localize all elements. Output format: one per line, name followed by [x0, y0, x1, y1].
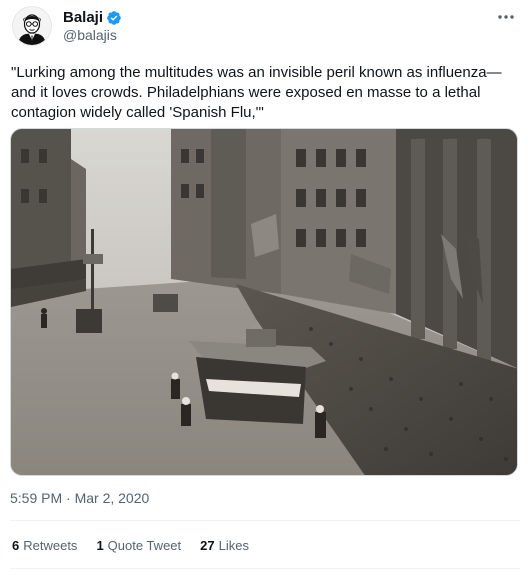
author-display-name[interactable]: Balaji — [63, 9, 103, 26]
tweet-text: "Lurking among the multitudes was an inv… — [11, 64, 502, 121]
parade-photo-image — [11, 129, 517, 475]
retweets-stat[interactable]: 6 Retweets — [12, 538, 77, 553]
quote-tweets-count: 1 — [96, 538, 104, 553]
author-handle[interactable]: @balajis — [63, 27, 117, 43]
tweet-timestamp[interactable]: 5:59 PM · Mar 2, 2020 — [10, 490, 149, 506]
tweet-card: Balaji @balajis "Lurking among the multi… — [0, 0, 530, 575]
author-name-row[interactable]: Balaji — [63, 9, 122, 26]
divider — [10, 520, 520, 521]
verified-badge-icon — [106, 10, 122, 26]
engagement-stats: 6 Retweets 1 Quote Tweet 27 Likes — [12, 538, 249, 553]
divider — [10, 568, 520, 569]
more-options-button[interactable] — [494, 8, 518, 26]
avatar[interactable] — [12, 6, 52, 46]
retweets-label: Retweets — [23, 538, 78, 553]
more-options-icon — [498, 15, 514, 19]
likes-stat[interactable]: 27 Likes — [200, 538, 249, 553]
quote-tweets-label: Quote Tweet — [107, 538, 182, 553]
likes-label: Likes — [218, 538, 249, 553]
avatar-portrait-icon — [13, 7, 51, 45]
tweet-photo[interactable] — [10, 128, 518, 476]
quote-tweets-stat[interactable]: 1 Quote Tweet — [96, 538, 181, 553]
retweets-count: 6 — [12, 538, 20, 553]
likes-count: 27 — [200, 538, 215, 553]
